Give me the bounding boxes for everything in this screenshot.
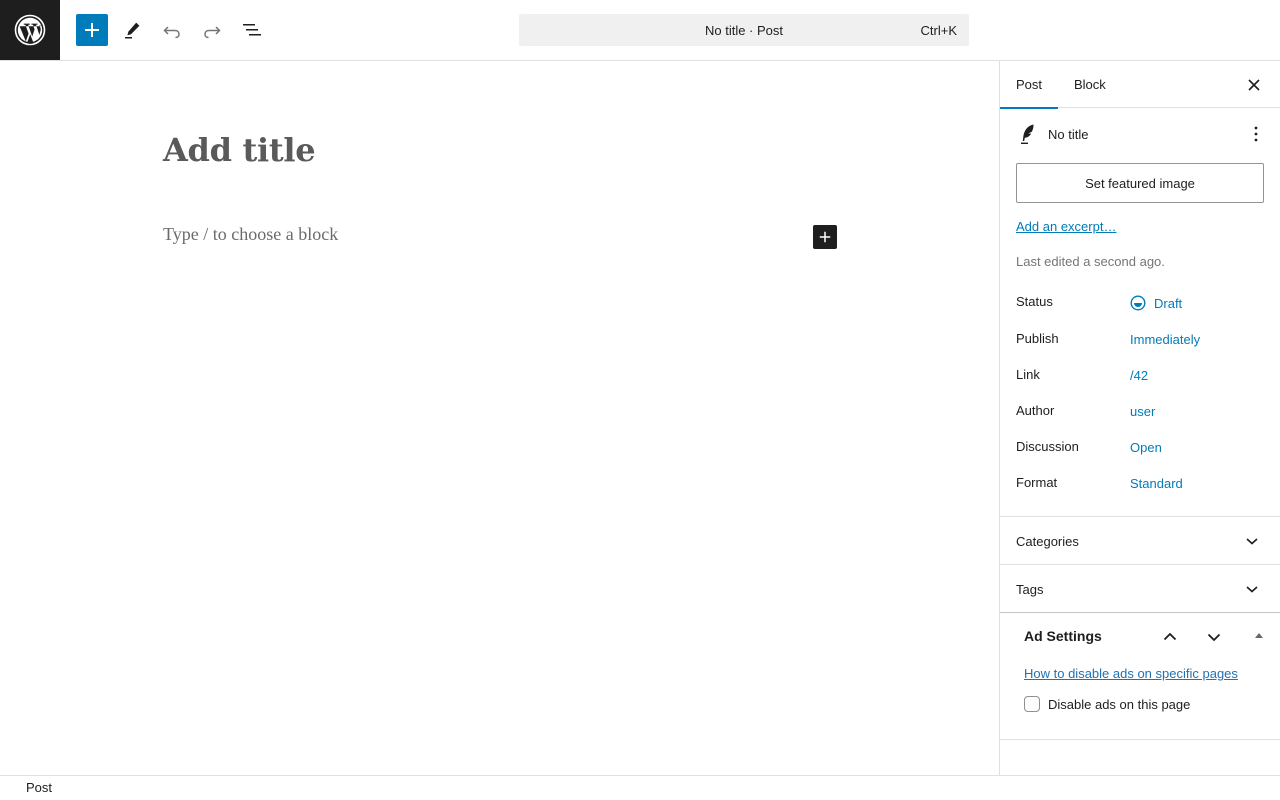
editor-canvas: Add title Type / to choose a block (0, 61, 999, 775)
pencil-icon (125, 22, 140, 39)
disable-ads-label: Disable ads on this page (1048, 696, 1191, 712)
meta-label: Author (1016, 403, 1055, 418)
categories-panel: Categories (1000, 516, 1280, 564)
categories-panel-toggle[interactable]: Categories (1000, 517, 1280, 564)
move-down-button[interactable] (1202, 625, 1226, 649)
chevron-up-icon (1163, 632, 1177, 641)
meta-row-author: Author user (1016, 403, 1266, 423)
meta-label: Link (1016, 367, 1040, 382)
meta-label: Format (1016, 475, 1058, 490)
wordpress-logo-icon (14, 14, 46, 46)
command-palette-button[interactable]: No title · Post Ctrl+K (519, 14, 969, 46)
block-breadcrumb-bar: Post (0, 775, 1280, 800)
post-name: No title (1048, 127, 1089, 142)
chevron-down-icon (1207, 633, 1221, 642)
chevron-down-icon (1246, 538, 1258, 545)
redo-button[interactable] (196, 14, 228, 46)
last-edited-text: Last edited a second ago. (1016, 254, 1165, 269)
publish-value-button[interactable]: Immediately (1130, 332, 1200, 347)
link-value-button[interactable]: /42 (1130, 368, 1148, 383)
meta-row-link: Link /42 (1016, 367, 1266, 387)
meta-label: Discussion (1016, 439, 1079, 454)
settings-sidebar: Post Block No title Set featured image A… (999, 61, 1280, 775)
redo-icon (204, 26, 221, 39)
plus-icon (85, 23, 99, 37)
undo-button[interactable] (156, 14, 188, 46)
tools-button[interactable] (116, 14, 148, 46)
post-actions-button[interactable] (1244, 122, 1268, 146)
document-title: No title · Post (704, 22, 784, 38)
discussion-value-button[interactable]: Open (1130, 440, 1162, 455)
ad-settings-title: Ad Settings (1024, 628, 1102, 644)
breadcrumb-post[interactable]: Post (26, 780, 52, 795)
disable-ads-checkbox[interactable] (1024, 696, 1040, 712)
add-excerpt-link[interactable]: Add an excerpt… (1016, 219, 1116, 234)
tab-post[interactable]: Post (1000, 61, 1059, 109)
meta-row-status: Status Draft (1016, 294, 1266, 314)
meta-row-discussion: Discussion Open (1016, 439, 1266, 459)
disable-ads-help-link[interactable]: How to disable ads on specific pages (1024, 666, 1238, 681)
undo-icon (163, 26, 180, 39)
tab-block[interactable]: Block (1058, 61, 1122, 108)
sidebar-tabs: Post Block (1000, 61, 1280, 109)
meta-value-text: Draft (1154, 295, 1183, 311)
chevron-down-icon (1246, 586, 1258, 593)
post-feather-icon (1021, 124, 1034, 144)
format-value-button[interactable]: Standard (1130, 476, 1183, 491)
panel-title: Tags (1016, 582, 1044, 597)
post-title-input[interactable]: Add title (163, 131, 316, 169)
add-block-button[interactable] (76, 14, 108, 46)
status-value-button[interactable]: Draft (1130, 295, 1182, 311)
document-overview-button[interactable] (236, 14, 268, 46)
move-up-button[interactable] (1158, 625, 1182, 649)
close-icon (1248, 79, 1260, 91)
meta-label: Publish (1016, 331, 1059, 346)
editor-header: No title · Post Ctrl+K (0, 0, 1280, 61)
author-value-button[interactable]: user (1130, 404, 1155, 419)
plus-icon (819, 231, 831, 243)
post-summary-header: No title (1016, 122, 1266, 146)
panel-title: Categories (1016, 534, 1079, 549)
more-vertical-icon (1254, 126, 1258, 142)
set-featured-image-button[interactable]: Set featured image (1016, 163, 1264, 203)
tags-panel: Tags (1000, 564, 1280, 612)
disable-ads-option[interactable]: Disable ads on this page (1024, 696, 1190, 712)
close-settings-button[interactable] (1242, 73, 1266, 97)
inline-add-block-button[interactable] (813, 225, 837, 249)
wordpress-logo-button[interactable] (0, 0, 60, 60)
ad-settings-metabox: Ad Settings How to disable ads on specif… (1000, 612, 1280, 740)
draft-status-icon (1130, 295, 1146, 311)
meta-row-publish: Publish Immediately (1016, 331, 1266, 351)
block-placeholder[interactable]: Type / to choose a block (163, 224, 338, 245)
meta-label: Status (1016, 294, 1053, 309)
collapse-triangle-icon[interactable] (1252, 629, 1266, 641)
tags-panel-toggle[interactable]: Tags (1000, 565, 1280, 612)
keyboard-shortcut: Ctrl+K (920, 23, 957, 38)
list-view-icon (243, 24, 261, 36)
meta-row-format: Format Standard (1016, 475, 1266, 495)
